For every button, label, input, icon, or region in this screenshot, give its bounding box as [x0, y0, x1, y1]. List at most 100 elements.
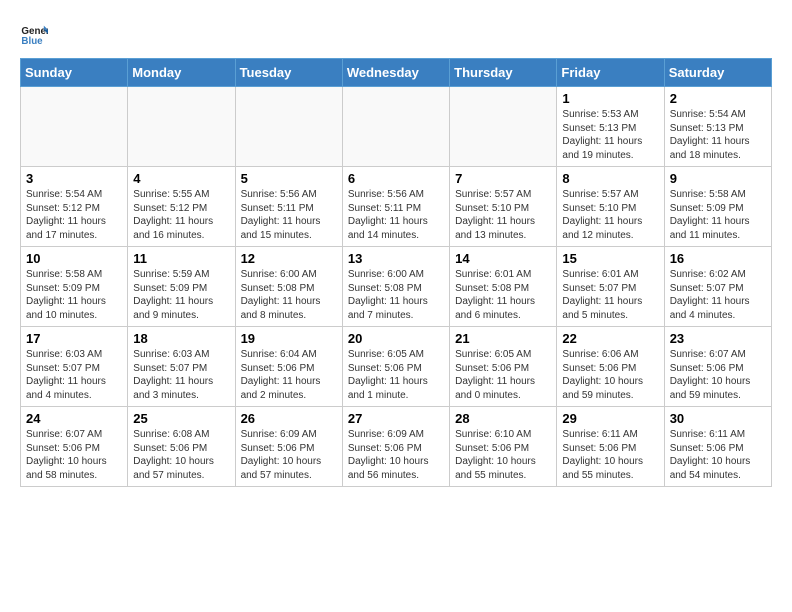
calendar-cell: 20 Sunrise: 6:05 AM Sunset: 5:06 PM Dayli… [342, 327, 449, 407]
calendar-cell: 22 Sunrise: 6:06 AM Sunset: 5:06 PM Dayli… [557, 327, 664, 407]
day-header-monday: Monday [128, 59, 235, 87]
day-header-friday: Friday [557, 59, 664, 87]
calendar-cell: 28 Sunrise: 6:10 AM Sunset: 5:06 PM Dayli… [450, 407, 557, 487]
day-info: Sunrise: 6:00 AM Sunset: 5:08 PM Dayligh… [241, 268, 337, 322]
day-number: 10 [26, 251, 122, 266]
day-number: 2 [670, 91, 766, 106]
calendar-cell: 5 Sunrise: 5:56 AM Sunset: 5:11 PM Daylig… [235, 167, 342, 247]
day-header-tuesday: Tuesday [235, 59, 342, 87]
day-info: Sunrise: 6:04 AM Sunset: 5:06 PM Dayligh… [241, 348, 337, 402]
calendar-cell: 30 Sunrise: 6:11 AM Sunset: 5:06 PM Dayli… [664, 407, 771, 487]
day-info: Sunrise: 6:06 AM Sunset: 5:06 PM Dayligh… [562, 348, 658, 402]
day-number: 19 [241, 331, 337, 346]
day-number: 8 [562, 171, 658, 186]
day-info: Sunrise: 6:01 AM Sunset: 5:08 PM Dayligh… [455, 268, 551, 322]
day-number: 12 [241, 251, 337, 266]
day-info: Sunrise: 5:54 AM Sunset: 5:13 PM Dayligh… [670, 108, 766, 162]
calendar-cell [342, 87, 449, 167]
calendar-cell: 11 Sunrise: 5:59 AM Sunset: 5:09 PM Dayli… [128, 247, 235, 327]
day-info: Sunrise: 6:01 AM Sunset: 5:07 PM Dayligh… [562, 268, 658, 322]
day-number: 21 [455, 331, 551, 346]
calendar-cell: 10 Sunrise: 5:58 AM Sunset: 5:09 PM Dayli… [21, 247, 128, 327]
calendar-cell: 4 Sunrise: 5:55 AM Sunset: 5:12 PM Daylig… [128, 167, 235, 247]
day-number: 22 [562, 331, 658, 346]
day-info: Sunrise: 6:09 AM Sunset: 5:06 PM Dayligh… [241, 428, 337, 482]
calendar-cell: 21 Sunrise: 6:05 AM Sunset: 5:06 PM Dayli… [450, 327, 557, 407]
day-number: 27 [348, 411, 444, 426]
day-number: 28 [455, 411, 551, 426]
calendar-cell: 14Sunrise: 6:01 AM Sunset: 5:08 PM Dayli… [450, 247, 557, 327]
day-number: 17 [26, 331, 122, 346]
day-number: 13 [348, 251, 444, 266]
calendar-cell: 24Sunrise: 6:07 AM Sunset: 5:06 PM Dayli… [21, 407, 128, 487]
calendar-cell: 19 Sunrise: 6:04 AM Sunset: 5:06 PM Dayli… [235, 327, 342, 407]
day-number: 15 [562, 251, 658, 266]
day-info: Sunrise: 6:11 AM Sunset: 5:06 PM Dayligh… [670, 428, 766, 482]
day-number: 1 [562, 91, 658, 106]
day-number: 5 [241, 171, 337, 186]
calendar-cell: 25Sunrise: 6:08 AM Sunset: 5:06 PM Dayli… [128, 407, 235, 487]
calendar-cell: 16Sunrise: 6:02 AM Sunset: 5:07 PM Dayli… [664, 247, 771, 327]
svg-text:Blue: Blue [21, 36, 43, 47]
day-info: Sunrise: 5:56 AM Sunset: 5:11 PM Dayligh… [348, 188, 444, 242]
calendar-cell: 29 Sunrise: 6:11 AM Sunset: 5:06 PM Dayli… [557, 407, 664, 487]
day-info: Sunrise: 6:08 AM Sunset: 5:06 PM Dayligh… [133, 428, 229, 482]
calendar-week-row: 10 Sunrise: 5:58 AM Sunset: 5:09 PM Dayli… [21, 247, 772, 327]
calendar-cell: 27 Sunrise: 6:09 AM Sunset: 5:06 PM Dayli… [342, 407, 449, 487]
day-info: Sunrise: 6:02 AM Sunset: 5:07 PM Dayligh… [670, 268, 766, 322]
day-number: 29 [562, 411, 658, 426]
calendar-cell [450, 87, 557, 167]
day-header-sunday: Sunday [21, 59, 128, 87]
calendar-cell: 13 Sunrise: 6:00 AM Sunset: 5:08 PM Dayli… [342, 247, 449, 327]
day-number: 6 [348, 171, 444, 186]
page-header: General Blue [20, 20, 772, 48]
day-info: Sunrise: 5:57 AM Sunset: 5:10 PM Dayligh… [562, 188, 658, 242]
day-info: Sunrise: 6:00 AM Sunset: 5:08 PM Dayligh… [348, 268, 444, 322]
calendar-cell: 15 Sunrise: 6:01 AM Sunset: 5:07 PM Dayli… [557, 247, 664, 327]
day-number: 23 [670, 331, 766, 346]
day-number: 26 [241, 411, 337, 426]
day-info: Sunrise: 5:53 AM Sunset: 5:13 PM Dayligh… [562, 108, 658, 162]
day-info: Sunrise: 5:58 AM Sunset: 5:09 PM Dayligh… [670, 188, 766, 242]
day-number: 18 [133, 331, 229, 346]
day-info: Sunrise: 6:07 AM Sunset: 5:06 PM Dayligh… [26, 428, 122, 482]
day-info: Sunrise: 5:58 AM Sunset: 5:09 PM Dayligh… [26, 268, 122, 322]
calendar-cell: 12 Sunrise: 6:00 AM Sunset: 5:08 PM Dayli… [235, 247, 342, 327]
day-info: Sunrise: 6:11 AM Sunset: 5:06 PM Dayligh… [562, 428, 658, 482]
calendar-week-row: 3Sunrise: 5:54 AM Sunset: 5:12 PM Daylig… [21, 167, 772, 247]
day-info: Sunrise: 6:07 AM Sunset: 5:06 PM Dayligh… [670, 348, 766, 402]
calendar-table: SundayMondayTuesdayWednesdayThursdayFrid… [20, 58, 772, 487]
day-header-wednesday: Wednesday [342, 59, 449, 87]
day-info: Sunrise: 5:54 AM Sunset: 5:12 PM Dayligh… [26, 188, 122, 242]
day-header-saturday: Saturday [664, 59, 771, 87]
day-info: Sunrise: 6:10 AM Sunset: 5:06 PM Dayligh… [455, 428, 551, 482]
day-info: Sunrise: 5:59 AM Sunset: 5:09 PM Dayligh… [133, 268, 229, 322]
calendar-cell: 2 Sunrise: 5:54 AM Sunset: 5:13 PM Daylig… [664, 87, 771, 167]
calendar-cell: 6 Sunrise: 5:56 AM Sunset: 5:11 PM Daylig… [342, 167, 449, 247]
calendar-cell [235, 87, 342, 167]
day-number: 7 [455, 171, 551, 186]
day-info: Sunrise: 6:09 AM Sunset: 5:06 PM Dayligh… [348, 428, 444, 482]
calendar-cell: 8 Sunrise: 5:57 AM Sunset: 5:10 PM Daylig… [557, 167, 664, 247]
calendar-header-row: SundayMondayTuesdayWednesdayThursdayFrid… [21, 59, 772, 87]
logo-icon: General Blue [20, 20, 48, 48]
calendar-cell: 9Sunrise: 5:58 AM Sunset: 5:09 PM Daylig… [664, 167, 771, 247]
day-number: 20 [348, 331, 444, 346]
day-info: Sunrise: 5:57 AM Sunset: 5:10 PM Dayligh… [455, 188, 551, 242]
day-info: Sunrise: 6:05 AM Sunset: 5:06 PM Dayligh… [455, 348, 551, 402]
calendar-cell: 3Sunrise: 5:54 AM Sunset: 5:12 PM Daylig… [21, 167, 128, 247]
day-info: Sunrise: 6:03 AM Sunset: 5:07 PM Dayligh… [26, 348, 122, 402]
calendar-cell: 23 Sunrise: 6:07 AM Sunset: 5:06 PM Dayli… [664, 327, 771, 407]
calendar-week-row: 17 Sunrise: 6:03 AM Sunset: 5:07 PM Dayli… [21, 327, 772, 407]
logo: General Blue [20, 20, 52, 48]
day-info: Sunrise: 5:55 AM Sunset: 5:12 PM Dayligh… [133, 188, 229, 242]
calendar-cell: 1 Sunrise: 5:53 AM Sunset: 5:13 PM Daylig… [557, 87, 664, 167]
day-info: Sunrise: 5:56 AM Sunset: 5:11 PM Dayligh… [241, 188, 337, 242]
day-number: 4 [133, 171, 229, 186]
day-number: 30 [670, 411, 766, 426]
calendar-cell: 17 Sunrise: 6:03 AM Sunset: 5:07 PM Dayli… [21, 327, 128, 407]
day-number: 11 [133, 251, 229, 266]
day-info: Sunrise: 6:03 AM Sunset: 5:07 PM Dayligh… [133, 348, 229, 402]
day-info: Sunrise: 6:05 AM Sunset: 5:06 PM Dayligh… [348, 348, 444, 402]
calendar-cell: 7 Sunrise: 5:57 AM Sunset: 5:10 PM Daylig… [450, 167, 557, 247]
